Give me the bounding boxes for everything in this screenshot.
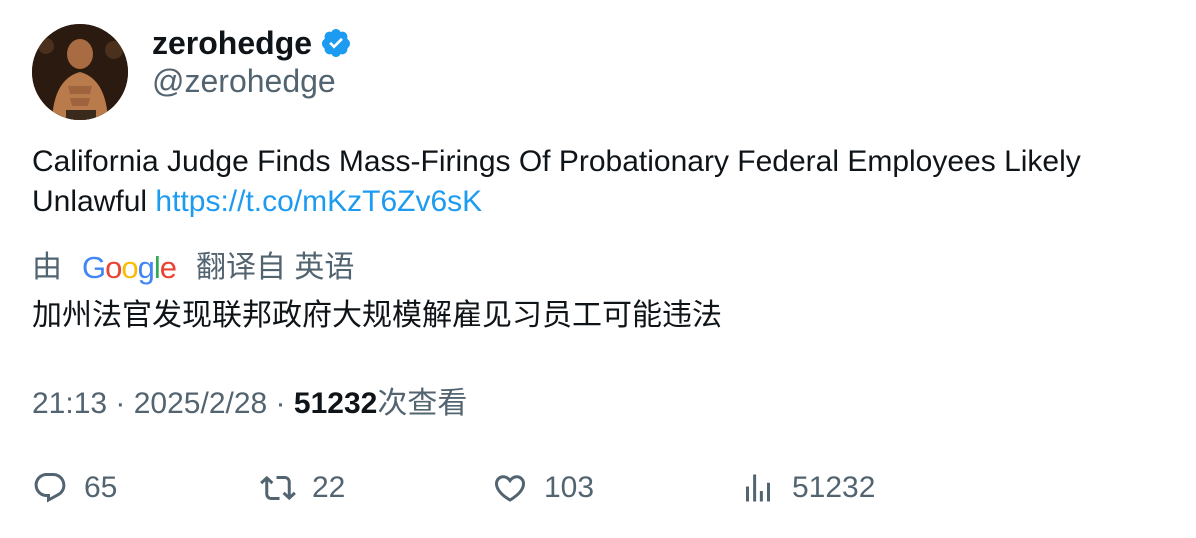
meta-separator: · [267, 387, 294, 420]
analytics-icon [746, 474, 770, 502]
avatar[interactable] [32, 24, 128, 120]
views-button[interactable]: 51232 [740, 470, 875, 506]
author-handle[interactable]: @zerohedge [152, 62, 336, 100]
tweet-date[interactable]: 2025/2/28 [134, 387, 267, 420]
like-count: 103 [544, 471, 595, 504]
avatar-image [32, 24, 128, 120]
retweet-count: 22 [312, 471, 346, 504]
action-bar: 65 22 103 51232 [32, 470, 932, 514]
author-name-row[interactable]: zerohedge [152, 24, 352, 62]
tweet-meta: 21:13 · 2025/2/28 · 51232次查看 [32, 384, 467, 424]
tweet-text: California Judge Finds Mass-Firings Of P… [32, 142, 1172, 222]
retweet-button[interactable]: 22 [260, 470, 345, 506]
view-count: 51232 [293, 387, 378, 420]
views-count: 51232 [792, 471, 876, 504]
tweet-link[interactable]: https://t.co/mKzT6Zv6sK [155, 185, 482, 218]
view-count-label: 次查看 [377, 387, 468, 420]
tweet-time[interactable]: 21:13 [32, 387, 107, 420]
translation-prefix: 由 [32, 251, 62, 284]
translation-suffix[interactable]: 翻译自 英语 [196, 248, 354, 288]
meta-separator: · [107, 387, 134, 420]
retweet-icon [260, 475, 296, 501]
translation-attribution: 由 Google 翻译自 英语 [32, 248, 354, 288]
reply-button[interactable]: 65 [32, 470, 117, 506]
like-button[interactable]: 103 [492, 470, 594, 506]
reply-icon [34, 473, 66, 503]
verified-badge-icon [322, 29, 351, 57]
google-logo: Google [82, 250, 177, 285]
reply-count: 65 [84, 471, 118, 504]
translated-text: 加州法官发现联邦政府大规模解雇见习员工可能违法 [32, 299, 722, 332]
heart-icon [494, 475, 526, 502]
author-name[interactable]: zerohedge [152, 24, 312, 62]
